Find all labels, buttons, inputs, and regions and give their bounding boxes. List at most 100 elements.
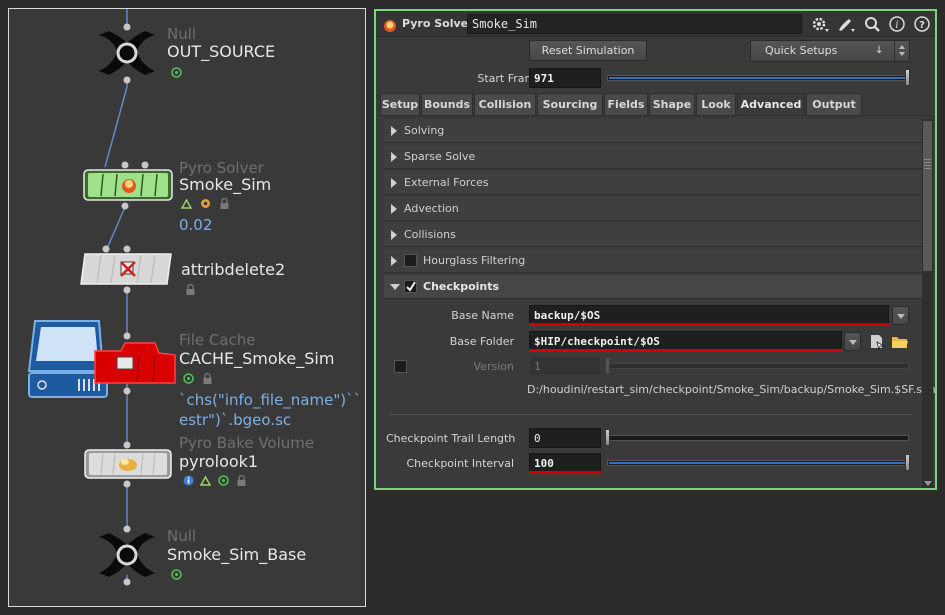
svg-text:i: i [895,20,898,31]
base-folder-field[interactable]: $HIP/checkpoint/$OS [529,331,842,351]
folder-checkpoints[interactable]: Checkpoints [384,275,922,299]
tab-setup[interactable]: Setup [380,93,420,115]
folder-solving[interactable]: Solving [384,119,922,143]
interval-highlight [529,471,601,474]
parameter-scrollbar[interactable] [922,119,933,488]
version-slider[interactable] [607,363,909,369]
info-icon [183,475,194,486]
node-name-label: Smoke_Sim [179,175,272,194]
interval-slider-handle[interactable] [905,454,910,471]
scroll-down-icon[interactable] [924,481,932,486]
gear-icon[interactable] [810,15,830,33]
version-checkbox[interactable] [394,360,407,373]
separator [390,414,912,415]
base-name-field[interactable]: backup/$OS [529,305,889,325]
node-name-label: attribdelete2 [181,260,286,279]
start-frame-field[interactable]: 971 [529,68,601,88]
null-node-smoke-sim-base[interactable] [95,525,161,587]
svg-text:?: ? [919,20,925,31]
triangle-right-icon [391,256,397,266]
lock-icon [237,475,246,486]
folder-sparse-solve[interactable]: Sparse Solve [384,145,922,169]
folder-label: External Forces [404,176,489,189]
reset-simulation-button[interactable]: Reset Simulation [529,40,647,61]
scroll-grip-icon [924,159,931,169]
node-type-label: File Cache [179,331,256,349]
trail-length-slider-handle[interactable] [605,429,610,446]
cook-gear-icon [201,199,210,208]
folder-advection[interactable]: Advection [384,197,922,221]
tab-fields[interactable]: Fields [604,93,648,115]
tab-collision[interactable]: Collision [474,93,536,115]
hourglass-filtering-checkbox[interactable] [404,254,417,267]
folder-collisions[interactable]: Collisions [384,223,922,247]
null-node-out-source[interactable] [95,23,161,85]
start-frame-slider-fill [609,77,905,79]
folder-label: Advection [404,202,459,215]
triangle-right-icon [391,230,397,240]
houdini-window: Null OUT_SOURCE Pyro Solver Smoke_Sim 0.… [0,0,945,615]
network-view[interactable]: Null OUT_SOURCE Pyro Solver Smoke_Sim 0.… [8,8,366,607]
scroll-thumb[interactable] [923,121,932,271]
tab-output[interactable]: Output [806,93,862,115]
display-flag-icon [171,67,182,78]
display-flag-icon [218,475,229,486]
node-type-label: Pyro Bake Volume [179,434,315,452]
version-slider-handle[interactable] [605,357,610,374]
folder-hourglass-filtering[interactable]: Hourglass Filtering [384,249,922,273]
info-icon[interactable]: i [888,15,908,33]
folder-external-forces[interactable]: External Forces [384,171,922,195]
trail-length-label: Checkpoint Trail Length [386,432,516,445]
base-name-menu-button[interactable] [892,306,909,325]
pyro-solver-node[interactable] [79,159,179,211]
node-name-label: Smoke_Sim_Base [167,545,307,564]
tab-shape[interactable]: Shape [649,93,695,115]
file-cache-node[interactable] [27,319,179,403]
folder-label: Checkpoints [423,280,500,293]
quick-setups-menu[interactable]: Quick Setups ↓ [750,40,910,62]
base-name-label: Base Name [451,309,514,322]
file-browse-icon[interactable] [868,333,886,351]
pyro-bake-volume-node[interactable] [79,439,179,489]
tab-divider [380,115,931,116]
brush-icon[interactable] [836,15,856,33]
start-frame-label: Start Frame [477,72,542,85]
lock-icon [220,198,229,209]
display-flag-icon [171,569,182,580]
node-name-label: CACHE_Smoke_Sim [179,349,335,368]
display-flag-icon [183,373,194,384]
node-value-label: `chs("info_file_name")`` [179,391,362,409]
node-value-label: estr")`.bgeo.sc [179,411,292,429]
folder-icon[interactable] [891,334,909,350]
node-wires [104,9,128,583]
base-name-highlight [529,323,889,326]
tab-look[interactable]: Look [696,93,736,115]
trail-length-field[interactable]: 0 [529,428,601,448]
tab-bar: Setup Bounds Collision Sourcing Fields S… [380,93,931,115]
triangle-right-icon [391,204,397,214]
tab-advanced[interactable]: Advanced [737,93,805,115]
version-field[interactable]: 1 [529,356,601,376]
node-name-input[interactable]: Smoke_Sim [467,14,802,34]
magnifier-icon[interactable] [863,15,883,33]
chevron-down-icon [897,314,905,319]
tab-bounds[interactable]: Bounds [421,93,473,115]
checkpoints-checkbox[interactable] [404,280,417,293]
folder-label: Hourglass Filtering [423,254,526,267]
base-folder-menu-button[interactable] [844,332,861,351]
chevron-down-icon [849,340,857,345]
attribdelete-node[interactable] [79,244,175,294]
help-icon[interactable]: ? [913,15,933,33]
interval-field[interactable]: 100 [529,453,601,473]
base-folder-label: Base Folder [449,335,514,348]
node-type-label: Null [167,25,197,43]
parameter-pane: Pyro Solver Smoke_Sim i ? Reset Simulati… [374,9,937,490]
trail-length-slider[interactable] [607,435,909,441]
pane-header: Pyro Solver Smoke_Sim i ? [376,11,935,37]
tab-sourcing[interactable]: Sourcing [537,93,603,115]
triangle-down-icon [390,284,400,290]
start-frame-slider-handle[interactable] [905,69,910,86]
quick-setups-stepper[interactable] [894,41,908,61]
triangle-right-icon [391,152,397,162]
folder-label: Collisions [404,228,456,241]
